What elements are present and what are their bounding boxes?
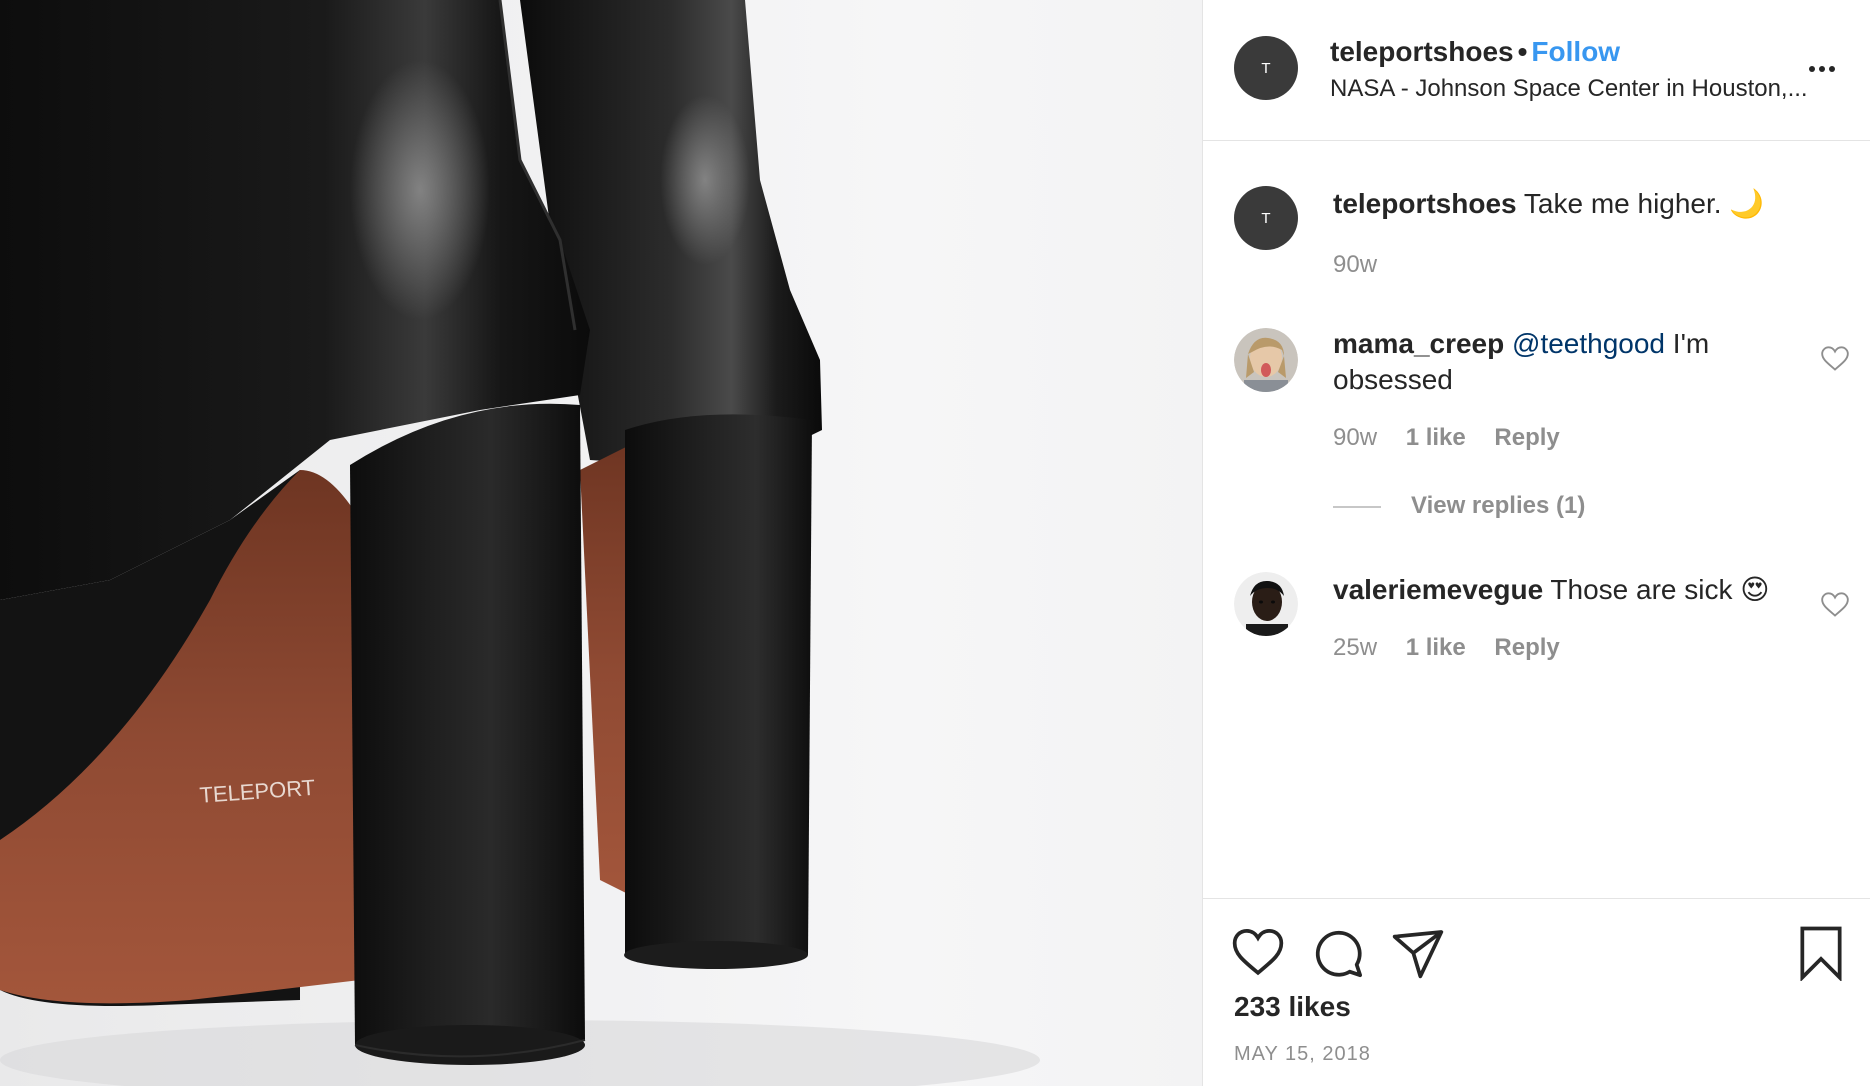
share-icon[interactable] [1390, 925, 1446, 981]
avatar-initial: T [1261, 59, 1271, 77]
follow-button[interactable]: Follow [1531, 36, 1620, 67]
caption-text: teleportshoes Take me higher. 🌙 [1333, 186, 1813, 222]
mention-link[interactable]: @teethgood [1512, 328, 1665, 359]
like-comment-heart-icon[interactable] [1821, 346, 1849, 372]
more-horizontal-icon[interactable] [1809, 62, 1845, 76]
heart-icon[interactable] [1230, 925, 1286, 981]
caption-time[interactable]: 90w [1333, 251, 1377, 278]
replies-divider [1333, 505, 1381, 508]
author-avatar[interactable]: T [1234, 36, 1298, 100]
likes-count[interactable]: 233 likes [1234, 991, 1351, 1023]
moon-emoji: 🌙 [1729, 188, 1765, 219]
caption-username[interactable]: teleportshoes [1333, 188, 1517, 219]
comment-likes[interactable]: 1 like [1406, 424, 1466, 451]
comment-time[interactable]: 25w [1333, 634, 1377, 661]
comment-meta: 90w 1 like Reply [1333, 424, 1582, 452]
reply-button[interactable]: Reply [1494, 424, 1559, 451]
comment-text: valeriemevegue Those are sick 😍 [1333, 572, 1813, 608]
post-actions-footer: 233 likes MAY 15, 2018 [1203, 898, 1870, 1086]
view-replies-label: View replies (1) [1411, 492, 1586, 519]
post-date[interactable]: MAY 15, 2018 [1234, 1043, 1371, 1066]
boots-illustration: TELEPORT [0, 0, 1040, 1086]
reply-button[interactable]: Reply [1494, 634, 1559, 661]
caption-meta: 90w [1333, 251, 1399, 279]
separator-dot: • [1517, 36, 1528, 67]
commenter-avatar[interactable] [1234, 572, 1298, 636]
author-username[interactable]: teleportshoes [1330, 36, 1514, 67]
author-line: teleportshoes • Follow [1330, 36, 1620, 68]
location-link[interactable]: NASA - Johnson Space Center in Houston,.… [1330, 75, 1830, 103]
comment-icon[interactable] [1310, 925, 1366, 981]
post-photo[interactable]: TELEPORT [0, 0, 1202, 1086]
caption-message: Take me higher. [1523, 188, 1722, 219]
commenter-avatar[interactable] [1234, 328, 1298, 392]
post-header: T teleportshoes • Follow NASA - Johnson Sp… [1203, 0, 1870, 141]
comment-text: mama_creep @teethgood I'm obsessed [1333, 326, 1813, 398]
comment-likes[interactable]: 1 like [1406, 634, 1466, 661]
caption-avatar[interactable]: T [1234, 186, 1298, 250]
like-comment-heart-icon[interactable] [1821, 592, 1849, 618]
comment-meta: 25w 1 like Reply [1333, 634, 1582, 662]
comment-time[interactable]: 90w [1333, 424, 1377, 451]
comment-username[interactable]: valeriemevegue [1333, 574, 1543, 605]
bookmark-icon[interactable] [1793, 925, 1849, 983]
comment-message: Those are sick [1550, 574, 1733, 605]
comment-username[interactable]: mama_creep [1333, 328, 1504, 359]
avatar-initial: T [1261, 209, 1271, 227]
view-replies-button[interactable]: View replies (1) [1333, 492, 1585, 520]
post-details-panel: T teleportshoes • Follow NASA - Johnson Sp… [1202, 0, 1870, 1086]
heart-eyes-emoji: 😍 [1740, 574, 1770, 605]
